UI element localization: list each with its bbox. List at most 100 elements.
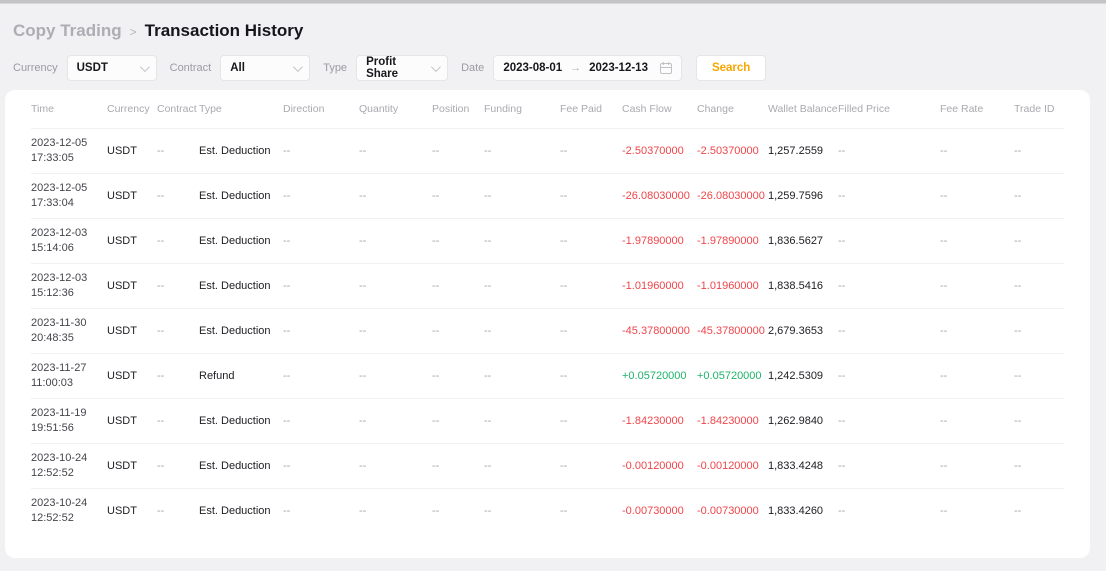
fee-paid-cell: -- xyxy=(560,280,622,292)
column-header-quantity: Quantity xyxy=(359,103,432,115)
currency-cell: USDT xyxy=(107,370,157,382)
position-cell: -- xyxy=(432,415,484,427)
time-cell: 2023-12-0315:12:36 xyxy=(31,271,107,301)
type-select[interactable]: Profit Share xyxy=(356,55,448,81)
page-title: Transaction History xyxy=(145,21,304,41)
table-body: 2023-12-0517:33:05 USDT -- Est. Deductio… xyxy=(31,128,1064,533)
trade-id-cell: -- xyxy=(1014,235,1064,247)
fee-paid-cell: -- xyxy=(560,190,622,202)
trade-id-cell: -- xyxy=(1014,415,1064,427)
contract-cell: -- xyxy=(157,280,199,292)
wallet-balance-cell: 2,679.3653 xyxy=(768,325,838,337)
table-row: 2023-12-0517:33:05 USDT -- Est. Deductio… xyxy=(31,128,1064,173)
currency-cell: USDT xyxy=(107,145,157,157)
top-divider-bar xyxy=(0,0,1106,4)
quantity-cell: -- xyxy=(359,145,432,157)
funding-cell: -- xyxy=(484,370,560,382)
chevron-down-icon xyxy=(293,62,303,72)
column-header-funding: Funding xyxy=(484,103,560,115)
change-cell: -1.01960000 xyxy=(697,280,768,292)
type-cell: Est. Deduction xyxy=(199,325,283,337)
type-select-value: Profit Share xyxy=(366,56,431,80)
cash-flow-cell: +0.05720000 xyxy=(622,370,697,382)
filter-bar: Currency USDT Contract All Type Profit S… xyxy=(13,55,1106,81)
contract-cell: -- xyxy=(157,325,199,337)
date-filter-label: Date xyxy=(461,62,484,74)
contract-cell: -- xyxy=(157,505,199,517)
quantity-cell: -- xyxy=(359,190,432,202)
date-range-arrow-icon: → xyxy=(570,62,581,74)
cash-flow-cell: -1.97890000 xyxy=(622,235,697,247)
funding-cell: -- xyxy=(484,460,560,472)
trade-id-cell: -- xyxy=(1014,145,1064,157)
fee-rate-cell: -- xyxy=(940,325,1014,337)
currency-cell: USDT xyxy=(107,280,157,292)
currency-cell: USDT xyxy=(107,325,157,337)
table-row: 2023-11-3020:48:35 USDT -- Est. Deductio… xyxy=(31,308,1064,353)
column-header-direction: Direction xyxy=(283,103,359,115)
position-cell: -- xyxy=(432,370,484,382)
position-cell: -- xyxy=(432,280,484,292)
contract-select[interactable]: All xyxy=(220,55,310,81)
change-cell: -0.00730000 xyxy=(697,505,768,517)
currency-cell: USDT xyxy=(107,190,157,202)
cash-flow-cell: -0.00120000 xyxy=(622,460,697,472)
table-row: 2023-12-0517:33:04 USDT -- Est. Deductio… xyxy=(31,173,1064,218)
table-row: 2023-12-0315:12:36 USDT -- Est. Deductio… xyxy=(31,263,1064,308)
type-filter-label: Type xyxy=(323,62,347,74)
change-cell: -1.84230000 xyxy=(697,415,768,427)
trade-id-cell: -- xyxy=(1014,325,1064,337)
breadcrumb-parent-link[interactable]: Copy Trading xyxy=(13,21,122,41)
contract-cell: -- xyxy=(157,190,199,202)
direction-cell: -- xyxy=(283,505,359,517)
funding-cell: -- xyxy=(484,280,560,292)
contract-cell: -- xyxy=(157,460,199,472)
filled-price-cell: -- xyxy=(838,460,940,472)
cash-flow-cell: -0.00730000 xyxy=(622,505,697,517)
fee-rate-cell: -- xyxy=(940,145,1014,157)
time-cell: 2023-11-1919:51:56 xyxy=(31,406,107,436)
filled-price-cell: -- xyxy=(838,325,940,337)
type-cell: Est. Deduction xyxy=(199,505,283,517)
quantity-cell: -- xyxy=(359,505,432,517)
fee-paid-cell: -- xyxy=(560,415,622,427)
fee-rate-cell: -- xyxy=(940,505,1014,517)
wallet-balance-cell: 1,262.9840 xyxy=(768,415,838,427)
wallet-balance-cell: 1,833.4260 xyxy=(768,505,838,517)
time-cell: 2023-10-2412:52:52 xyxy=(31,496,107,526)
column-header-cash-flow: Cash Flow xyxy=(622,103,697,115)
type-cell: Est. Deduction xyxy=(199,280,283,292)
contract-cell: -- xyxy=(157,145,199,157)
change-cell: -26.08030000 xyxy=(697,190,768,202)
position-cell: -- xyxy=(432,190,484,202)
column-header-fee-rate: Fee Rate xyxy=(940,103,1014,115)
type-cell: Est. Deduction xyxy=(199,415,283,427)
type-cell: Est. Deduction xyxy=(199,145,283,157)
fee-rate-cell: -- xyxy=(940,235,1014,247)
type-cell: Est. Deduction xyxy=(199,460,283,472)
currency-select[interactable]: USDT xyxy=(67,55,157,81)
direction-cell: -- xyxy=(283,415,359,427)
position-cell: -- xyxy=(432,460,484,472)
calendar-icon xyxy=(660,62,672,74)
fee-paid-cell: -- xyxy=(560,460,622,472)
filled-price-cell: -- xyxy=(838,505,940,517)
contract-cell: -- xyxy=(157,370,199,382)
direction-cell: -- xyxy=(283,145,359,157)
time-cell: 2023-12-0315:14:06 xyxy=(31,226,107,256)
currency-filter-label: Currency xyxy=(13,62,58,74)
column-header-position: Position xyxy=(432,103,484,115)
funding-cell: -- xyxy=(484,145,560,157)
cash-flow-cell: -1.84230000 xyxy=(622,415,697,427)
search-button[interactable]: Search xyxy=(696,55,766,81)
filled-price-cell: -- xyxy=(838,190,940,202)
cash-flow-cell: -45.37800000 xyxy=(622,325,697,337)
table-row: 2023-11-2711:00:03 USDT -- Refund -- -- … xyxy=(31,353,1064,398)
funding-cell: -- xyxy=(484,415,560,427)
fee-rate-cell: -- xyxy=(940,190,1014,202)
change-cell: -45.37800000 xyxy=(697,325,768,337)
direction-cell: -- xyxy=(283,325,359,337)
date-range-picker[interactable]: 2023-08-01 → 2023-12-13 xyxy=(493,55,682,81)
fee-rate-cell: -- xyxy=(940,370,1014,382)
table-header: TimeCurrencyContractTypeDirectionQuantit… xyxy=(31,90,1064,128)
